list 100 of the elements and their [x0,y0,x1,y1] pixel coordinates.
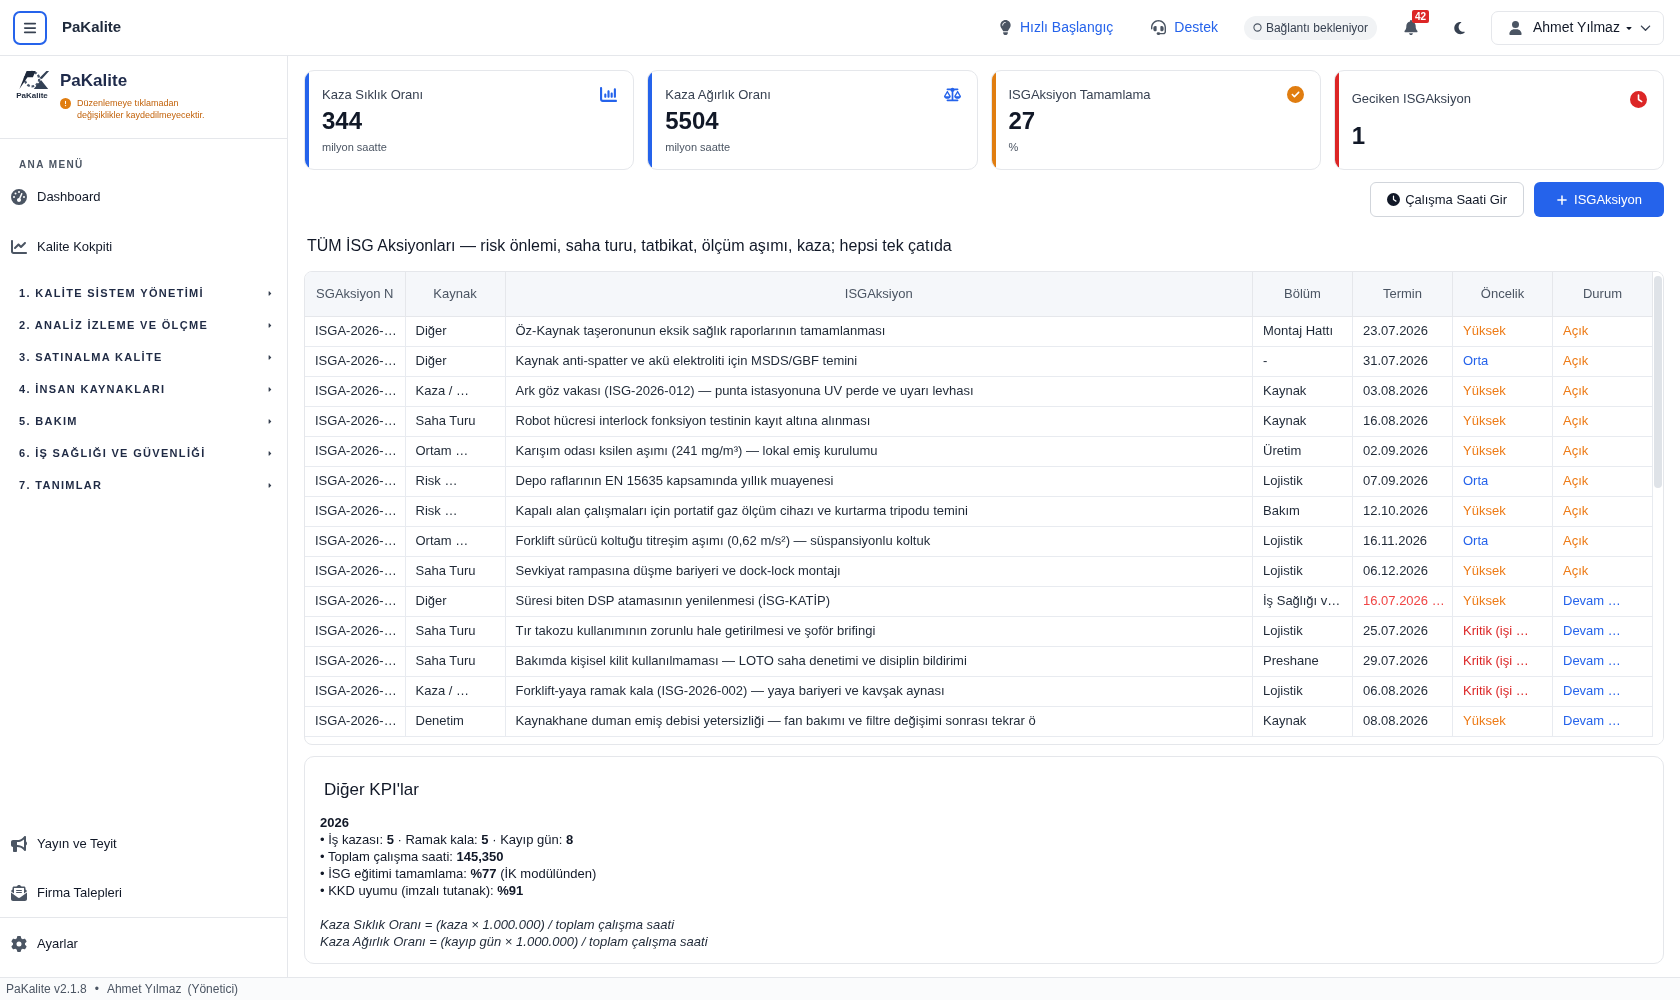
sidebar-section[interactable]: 5. BAKIM [0,405,287,437]
table-cell: Kaza / … [405,676,505,706]
table-cell: Diğer [405,316,505,346]
table-cell: Kritik (işi … [1452,676,1553,706]
app-version: PaKalite v2.1.8 [6,981,87,998]
sidebar-section[interactable]: 4. İNSAN KAYNAKLARI [0,373,287,405]
table-cell: Yüksek [1452,496,1553,526]
bell-icon [1404,20,1418,35]
column-header[interactable]: ISGAksiyon [505,272,1253,316]
column-header[interactable]: Bölüm [1252,272,1353,316]
table-cell: Forklift-yaya ramak kala (ISG-2026-002) — yaya bariyeri ve kavşak aynası [505,676,1253,706]
kpi-title: Kaza Sıklık Oranı [322,85,424,104]
settings-item[interactable]: Ayarlar [0,918,287,970]
table-cell: Ark göz vakası (ISG-2026-012) — punta istasyonuna UV perde ve uyarı levhası [505,376,1253,406]
brand-name: PaKalite [60,70,128,92]
table-cell: Açık [1552,316,1653,346]
sidebar-section[interactable]: 7. TANIMLAR [0,469,287,501]
table-cell: 08.08.2026 [1352,706,1453,736]
table-cell: Kaynak [1252,376,1353,406]
table-cell: Devam … [1552,646,1653,676]
sidebar-section[interactable]: 3. SATINALMA KALİTE [0,341,287,373]
sidebar-item[interactable]: Dashboard [0,172,287,222]
column-header[interactable]: Kaynak [405,272,505,316]
kpi-unit: milyon saatte [665,140,731,155]
sidebar-item[interactable]: Kalite Kokpiti [0,222,287,272]
table-cell: İş Sağlığı v… [1252,586,1353,616]
table-cell: ISGA-2026-… [305,586,405,616]
kpi-value: 5504 [665,106,719,136]
table-cell: ISGA-2026-… [305,676,405,706]
sidebar-section[interactable]: 1. KALİTE SİSTEM YÖNETİMİ [0,277,287,309]
table-cell: 16.11.2026 [1352,526,1453,556]
formula-text: Kaza Ağırlık Oranı = (kayıp gün × 1.000.000) / toplam çalışma saati [320,933,708,950]
sidebar-item[interactable]: Yayın ve Teyit [0,819,287,868]
table-cell: ISGA-2026-… [305,376,405,406]
column-header[interactable]: Öncelik [1452,272,1553,316]
table-cell: 25.07.2026 [1352,616,1453,646]
table-cell: 29.07.2026 [1352,646,1453,676]
table-cell: Lojistik [1252,526,1353,556]
table-cell: ISGA-2026-… [305,616,405,646]
table-cell: 06.08.2026 [1352,676,1453,706]
user-menu-button[interactable]: Ahmet Yılmaz [1491,10,1664,45]
kpi-line: • Toplam çalışma saati: 145,350 [320,848,504,865]
notice-text: Düzenlemeye tıklamadan değişiklikler kaydedilmeyecektir. [77,97,206,121]
sidebar-section[interactable]: 6. İŞ SAĞLIĞI VE GÜVENLİĞİ [0,437,287,469]
table-cell: Yüksek [1452,406,1553,436]
table-cell: Lojistik [1252,466,1353,496]
add-action-button[interactable]: ISGAksiyon [1534,182,1664,217]
user-name: Ahmet Yılmaz [106,981,182,998]
kpi-title: Kaza Ağırlık Oranı [665,85,771,104]
table-cell: Devam … [1552,676,1653,706]
table-cell: Denetim [405,706,505,736]
menu-icon [23,20,37,35]
sidebar-section[interactable]: 2. ANALİZ İZLEME VE ÖLÇME [0,309,287,341]
table-cell: Saha Turu [405,616,505,646]
gauge-icon [11,189,27,205]
table-cell: Lojistik [1252,616,1353,646]
table-cell: Öz-Kaynak taşeronunun eksik sağlık raporlarının tamamlanması [505,316,1253,346]
table-cell: Saha Turu [405,406,505,436]
warning-icon [60,98,71,109]
table-title: TÜM İSG Aksiyonları — risk önlemi, saha turu, tatbikat, ölçüm aşımı, kaza; hepsi tek çatıda [307,236,952,256]
table-cell: ISGA-2026-… [305,706,405,736]
column-header[interactable]: Termin [1352,272,1453,316]
sidebar-item[interactable]: Firma Talepleri [0,868,287,917]
table-cell: Kritik (işi … [1452,646,1553,676]
scrollbar-thumb[interactable] [1654,276,1662,488]
menu-button[interactable] [13,10,47,45]
envelope-icon [11,884,27,901]
user-icon [1509,20,1522,35]
megaphone-icon [11,835,27,852]
table-cell: Kapalı alan çalışmaları için portatif gaz ölçüm cihazı ve kurtarma tripodu temini [505,496,1253,526]
table-cell: Açık [1552,556,1653,586]
column-header[interactable]: Durum [1552,272,1653,316]
table-cell: 23.07.2026 [1352,316,1453,346]
table-cell: Lojistik [1252,676,1353,706]
table-cell: Yüksek [1452,586,1553,616]
kpi-line: • İSG eğitimi tamamlama: %77 (İK modülünden) [320,865,597,882]
user-role: (Yönetici) [187,981,239,998]
table-cell: Açık [1552,436,1653,466]
table-cell: Bakım [1252,496,1353,526]
support-link[interactable]: Destek [1151,17,1218,38]
table-cell: Kaynak [1252,706,1353,736]
kpi-unit: milyon saatte [322,140,387,155]
table-cell: Ortam … [405,436,505,466]
table-cell: - [1252,346,1353,376]
table-cell: Devam … [1552,706,1653,736]
plus-icon [1556,193,1569,206]
table-cell: ISGA-2026-… [305,556,405,586]
table-cell: 16.08.2026 [1352,406,1453,436]
table-cell: Açık [1552,406,1653,436]
quick-start-link[interactable]: Hızlı Başlangıç [998,17,1114,38]
table-cell: 31.07.2026 [1352,346,1453,376]
table-cell: Yüksek [1452,316,1553,346]
column-header[interactable]: SGAksiyon N [305,272,405,316]
table-cell: Üretim [1252,436,1353,466]
table-cell: Saha Turu [405,646,505,676]
table-cell: Diğer [405,346,505,376]
kpi-value: 1 [1351,120,1366,151]
enter-hours-button[interactable]: Çalışma Saati Gir [1370,182,1524,217]
table-cell: Yüksek [1452,376,1553,406]
table-cell: Açık [1552,526,1653,556]
